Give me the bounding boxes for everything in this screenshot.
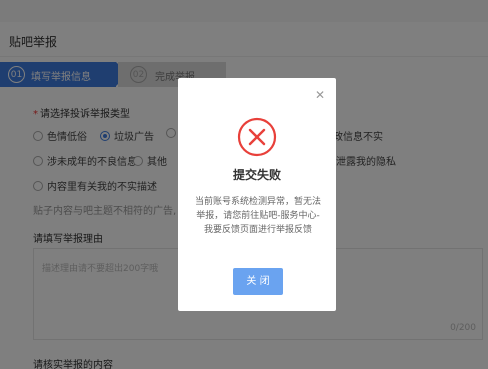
dialog-title: 提交失败 xyxy=(232,168,281,182)
error-dialog: ✕ 提交失败 当前账号系统检测异常，暂无法举报，请您前往贴吧-服务中心-我要反馈… xyxy=(178,78,336,311)
close-button[interactable]: 关 闭 xyxy=(233,268,283,295)
error-x-icon xyxy=(237,117,277,157)
close-icon[interactable]: ✕ xyxy=(314,89,326,101)
dialog-message: 当前账号系统检测异常，暂无法举报，请您前往贴吧-服务中心-我要反馈页面进行举报反… xyxy=(194,197,321,235)
